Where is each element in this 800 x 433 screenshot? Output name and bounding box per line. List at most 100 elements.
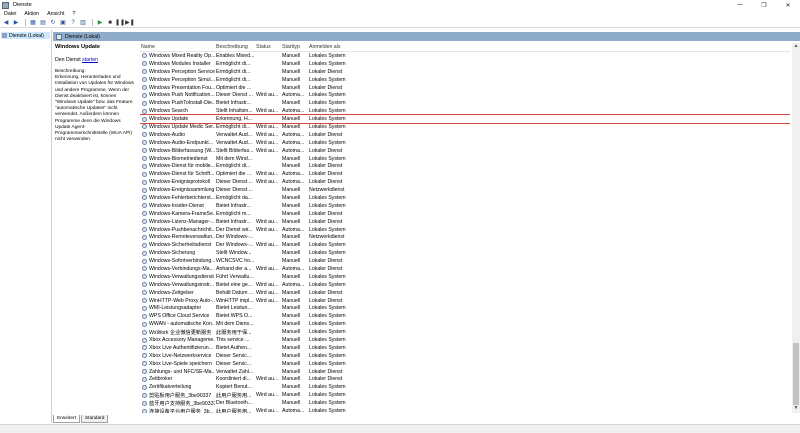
table-row[interactable]: 剪贴板用户服务_3be90337 此用户服务用... Wird au... Manue… <box>140 391 790 399</box>
properties-icon[interactable]: ▤ <box>39 19 47 27</box>
table-row[interactable]: Windows-Zeitgeber Behält Datum ... Wird au… <box>140 289 790 297</box>
minimize-button[interactable]: — <box>728 0 752 10</box>
table-row[interactable]: Windows Presentation Fou... Optimiert die… <box>140 84 790 92</box>
service-description: Dieser Dienst ... <box>216 179 253 186</box>
menu-aktion[interactable]: Aktion <box>24 11 39 17</box>
table-row-selected[interactable]: Windows Update Erkennung, H... Manuell Loka… <box>140 114 790 125</box>
stop-icon[interactable]: ■ <box>106 19 114 27</box>
table-row[interactable]: WMI-Leistungsadapter Bietet Leistun... Man… <box>140 305 790 313</box>
service-name: Windows-Ereignissammlung <box>149 187 215 194</box>
service-status: Wird au... <box>256 408 279 413</box>
service-name: Windows Update <box>149 116 189 123</box>
table-row[interactable]: Windows-Sofortverbindung... WCNCSVC ho...… <box>140 257 790 265</box>
menu-datei[interactable]: Datei <box>4 11 16 17</box>
export-list-icon[interactable]: ▣ <box>59 19 67 27</box>
table-row[interactable]: Windows-Ereignissammlung Dieser Dienst ..… <box>140 186 790 194</box>
table-row[interactable]: Windows Push Notification... Dieser Diens… <box>140 91 790 99</box>
menu-ansicht[interactable]: Ansicht <box>47 11 64 17</box>
table-row[interactable]: Windows-Verwaltungsinstr... Bietet eine g… <box>140 281 790 289</box>
toolbar-separator <box>92 19 93 26</box>
scrollbar-thumb[interactable] <box>793 343 799 405</box>
service-name-cell: WxWork 企业微信更新服务 <box>140 329 215 336</box>
table-row[interactable]: Windows-Pushbenachrichti... Der Dienst wi… <box>140 226 790 234</box>
details-icon[interactable]: ▥ <box>79 19 87 27</box>
table-row[interactable]: Windows-Audio Verwaltet Aud... Wird au... A… <box>140 131 790 139</box>
service-starttype: Manuell <box>282 305 301 312</box>
maximize-button[interactable]: ❐ <box>752 0 776 10</box>
restart-icon[interactable]: ▶❚ <box>125 19 135 27</box>
service-name: WinHTTP-Web Proxy Auto-... <box>149 297 215 304</box>
table-row[interactable]: WPS Office Cloud Service Bietet WPS O... M… <box>140 312 790 320</box>
table-row[interactable]: WWAN - automatische Kon... Mit dem Diens.… <box>140 320 790 328</box>
back-arrow-icon[interactable]: ◀ <box>2 19 10 27</box>
play-icon[interactable]: ▶ <box>96 19 104 27</box>
table-row[interactable]: WinHTTP-Web Proxy Auto-... WinHTTP impl..… <box>140 297 790 305</box>
tab-erweitert[interactable]: Erweitert <box>53 415 80 423</box>
column-header-starttype[interactable]: Starttyp <box>281 44 308 50</box>
table-row[interactable]: Xbox Accessory Manageme... This service .… <box>140 336 790 344</box>
column-header-description[interactable]: Beschreibung <box>215 44 255 50</box>
menu-help[interactable]: ? <box>72 11 75 17</box>
table-row[interactable]: Windows-Kamera-FrameSe... Ermöglicht m...… <box>140 210 790 218</box>
service-description: Ermöglicht da... <box>216 194 253 201</box>
service-name-cell: Xbox Live-Netzwerkservice <box>140 353 215 359</box>
console-tree-icon[interactable]: ▦ <box>29 19 37 27</box>
forward-arrow-icon[interactable]: ▶ <box>12 19 20 27</box>
service-logon: Lokales System <box>309 408 346 413</box>
table-row[interactable]: Windows-Audio-Endpunkt... Verwaltet Aud..… <box>140 139 790 147</box>
pause-icon[interactable]: ❚❚ <box>115 19 125 27</box>
table-row[interactable]: Windows Search Stellt Inhaltsin... Wird au… <box>140 107 790 115</box>
table-row[interactable]: Windows Mixed Reality Op... Enables Mixed… <box>140 52 790 60</box>
table-row[interactable]: Windows-Verbindungs-Ma... Anhand der a...… <box>140 265 790 273</box>
column-header-logon[interactable]: Anmelden als <box>308 44 348 50</box>
service-description: Bietet Infrastr... <box>216 100 251 107</box>
column-header-status[interactable]: Status <box>255 44 281 50</box>
table-row[interactable]: Windows-Dienst für Schrift... Optimiert d… <box>140 170 790 178</box>
table-row[interactable]: Zeitbroker Koordiniert di... Wird au... Man… <box>140 376 790 384</box>
table-row[interactable]: Windows-Sicherheitsdienst Der Windows-...… <box>140 241 790 249</box>
tree-item-services-local[interactable]: Dienste (Lokal) <box>1 32 50 39</box>
table-row[interactable]: Xbox Live-Spiele speichern Dieser Servic.… <box>140 360 790 368</box>
table-row[interactable]: Zahlungs- und NFC/SE-Ma... Verwaltet Zahl… <box>140 368 790 376</box>
table-row[interactable]: Windows-Dienst für mobile... Ermöglicht d… <box>140 162 790 170</box>
service-name: Windows-Verwaltungsdienst <box>149 273 214 280</box>
table-row[interactable]: Windows Perception Simul... Ermöglicht di… <box>140 76 790 84</box>
table-row[interactable]: 连接设备平台用户服务_3b... 此用户服务用... Wird au... Autom… <box>140 407 790 413</box>
table-row[interactable]: Windows PushToInstall-Die... Bietet Infra… <box>140 99 790 107</box>
scroll-up-icon[interactable]: ▲ <box>792 43 800 51</box>
table-row[interactable]: Windows-Insider-Dienst Bietet Infrastr...… <box>140 202 790 210</box>
column-header-name[interactable]: Name <box>140 44 215 50</box>
table-row[interactable]: Zertifikatverteilung Kopiert Benut... Manu… <box>140 383 790 391</box>
service-name: Windows-Verbindungs-Ma... <box>149 265 214 272</box>
table-row[interactable]: Xbox Live Authentifizierun... Bietet Auth… <box>140 344 790 352</box>
table-row[interactable]: Xbox Live-Netzwerkservice Dieser Servic..… <box>140 352 790 360</box>
service-status: Wird au... <box>256 139 279 146</box>
table-row[interactable]: Windows-Bilderfassung (W... Stellt Bilder… <box>140 147 790 155</box>
table-row[interactable]: Windows-Verwaltungsdienst Führt Verwaltu.… <box>140 273 790 281</box>
table-row[interactable]: Windows-Sicherung Stellt Window... Manuell… <box>140 249 790 257</box>
table-row[interactable]: Windows-Fehlerberichterst... Ermöglicht d… <box>140 194 790 202</box>
table-row[interactable]: Windows Modules Installer Ermöglicht di..… <box>140 60 790 68</box>
help-icon[interactable]: ? <box>69 19 77 27</box>
table-row[interactable]: Windows-Remoteverwaltun... Der Windows-..… <box>140 233 790 241</box>
scroll-down-icon[interactable]: ▼ <box>792 405 800 413</box>
service-logon: Lokales System <box>309 344 346 351</box>
service-starttype: Automa... <box>282 147 305 154</box>
service-description: Dieser Servic... <box>216 360 252 367</box>
start-service-link[interactable]: starten <box>82 57 98 63</box>
refresh-icon[interactable]: ↻ <box>49 19 57 27</box>
table-row[interactable]: Windows Perception Service Ermöglicht di.… <box>140 68 790 76</box>
service-starttype: Manuell <box>282 344 301 351</box>
tab-standard[interactable]: Standard <box>80 415 109 423</box>
service-name-cell: Windows-Bilderfassung (W... <box>140 148 215 154</box>
table-row[interactable]: Windows-Ereignisprotokoll Dieser Dienst .… <box>140 178 790 186</box>
table-row[interactable]: Windows-Lizenz-Manager-... Bietet Infrast… <box>140 218 790 226</box>
service-logon: Netzwerkdienst <box>309 234 345 241</box>
table-row[interactable]: Windows Update Medic Ser... Ermöglicht di… <box>140 123 790 131</box>
table-row[interactable]: Windows-Biometriedienst Mit dem Wind... Ma… <box>140 155 790 163</box>
vertical-scrollbar[interactable]: ▲ ▼ <box>792 43 800 413</box>
close-button[interactable]: ✕ <box>776 0 800 10</box>
table-row[interactable]: 蓝牙用户支持服务_3be90337 Der Bluetooth... Manuell… <box>140 399 790 407</box>
table-row[interactable]: WxWork 企业微信更新服务 此服务用于保... Manuell Lokales S… <box>140 328 790 336</box>
service-name-cell: Windows Search <box>140 108 215 114</box>
